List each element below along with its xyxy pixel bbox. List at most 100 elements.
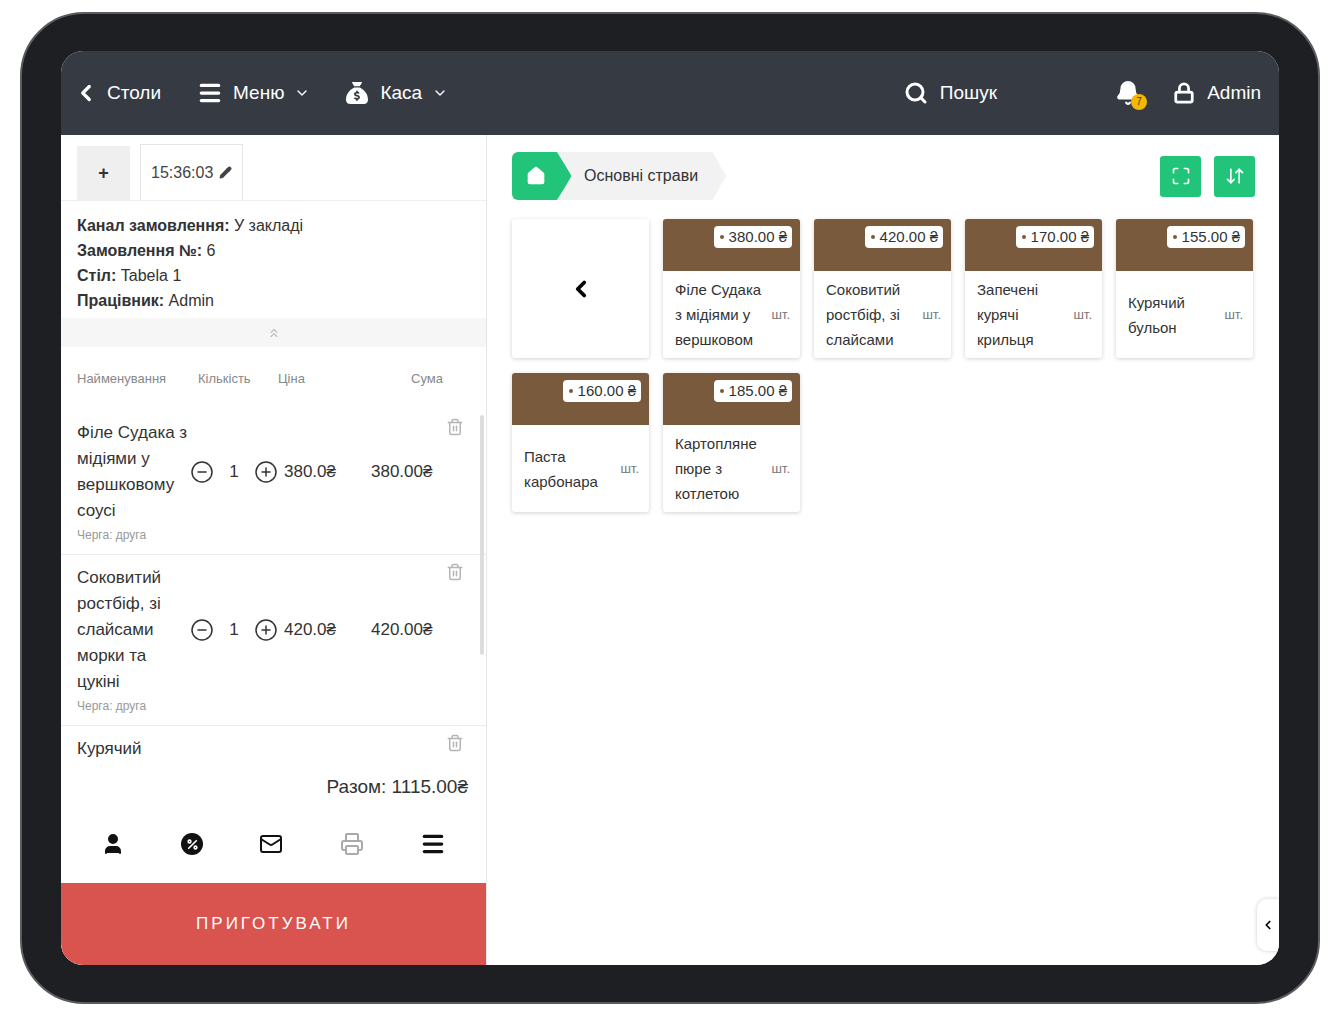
- fullscreen-button[interactable]: [1160, 156, 1201, 197]
- item-price: 380.0₴: [284, 459, 371, 485]
- item-name: Соковитий ростбіф, зі слайсами морки та …: [77, 565, 190, 695]
- sort-icon: [1225, 166, 1245, 186]
- order-item[interactable]: Філе Судака з мідіями у вершковому соусі…: [61, 410, 486, 555]
- cash-dropdown[interactable]: Каса: [346, 79, 448, 108]
- dish-name: Запечені курячі крильця: [977, 277, 1069, 352]
- dish-unit: шт.: [771, 459, 790, 479]
- expand-icon: [1171, 166, 1191, 186]
- order-tab[interactable]: 15:36:03: [140, 144, 243, 200]
- top-bar: Столи Меню Каса Пошук 7 Admin: [61, 51, 1279, 135]
- item-sum: 420.00₴: [371, 617, 432, 643]
- collapse-toggle[interactable]: [61, 318, 486, 347]
- info-row: Замовлення №: 6: [77, 238, 486, 263]
- notifications-button[interactable]: 7: [1115, 80, 1141, 106]
- cook-button[interactable]: ПРИГОТУВАТИ: [61, 883, 486, 965]
- catalog-panel: Основні страви 380.00 ₴Філе Судака з міді…: [487, 135, 1279, 965]
- order-item[interactable]: Соковитий ростбіф, зі слайсами морки та …: [61, 555, 486, 726]
- hamburger-icon: [420, 831, 446, 857]
- dish-photo: 170.00 ₴: [965, 219, 1102, 271]
- dish-name: Курячий бульон: [1128, 290, 1220, 340]
- chevrons-up-icon: [267, 326, 281, 340]
- increase-button[interactable]: [254, 618, 278, 642]
- dish-card[interactable]: 420.00 ₴Соковитий ростбіф, зі слайсамишт…: [814, 219, 951, 358]
- price-tag: 380.00 ₴: [714, 226, 792, 248]
- plus-icon: [254, 460, 278, 484]
- chevron-left-icon: [568, 276, 594, 302]
- user-button[interactable]: Admin: [1173, 79, 1261, 108]
- page: Столи Меню Каса Пошук 7 Admin +15:36:03Канал з…: [0, 0, 1344, 1034]
- dish-photo: 155.00 ₴: [1116, 219, 1253, 271]
- tablet-frame: Столи Меню Каса Пошук 7 Admin +15:36:03Канал з…: [20, 12, 1320, 1004]
- price-tag: 160.00 ₴: [563, 380, 641, 402]
- tag-hole: [720, 389, 724, 393]
- item-quantity: 1: [214, 617, 254, 643]
- column-header: Сума: [411, 369, 443, 389]
- add-tab-button[interactable]: +: [77, 146, 130, 200]
- menu-dropdown[interactable]: Меню: [197, 79, 310, 108]
- columns-header: НайменуванняКількістьЦінаСума: [61, 347, 486, 410]
- dish-unit: шт.: [1073, 305, 1092, 325]
- user-icon: [101, 832, 125, 856]
- customer-button[interactable]: [101, 832, 125, 856]
- dish-card[interactable]: 155.00 ₴ Курячий бульоншт.: [1116, 219, 1253, 358]
- dish-card[interactable]: 170.00 ₴ Запечені курячі крильцяшт.: [965, 219, 1102, 358]
- order-total: Разом: 1115.00₴: [61, 770, 486, 805]
- item-sum: 380.00₴: [371, 459, 432, 485]
- delete-button[interactable]: [446, 734, 464, 752]
- print-button: [340, 832, 364, 856]
- dish-card[interactable]: 185.00 ₴ Картопляне пюре з котлетоюшт.: [663, 373, 800, 512]
- dish-card[interactable]: 160.00 ₴Паста карбонарашт.: [512, 373, 649, 512]
- dish-unit: шт.: [771, 305, 790, 325]
- dish-name: Картопляне пюре з котлетою: [675, 431, 767, 506]
- category-crumb[interactable]: Основні страви: [558, 152, 726, 200]
- dish-grid: 380.00 ₴Філе Судака з мідіями у вершково…: [512, 219, 1255, 512]
- search-button[interactable]: Пошук: [904, 79, 997, 108]
- more-button[interactable]: [420, 831, 446, 857]
- tag-hole: [569, 389, 573, 393]
- item-name: Філе Судака з мідіями у вершковому соусі: [77, 420, 190, 524]
- search-icon: [904, 81, 928, 105]
- home-icon: [526, 166, 546, 186]
- item-queue: Черга: друга: [77, 526, 456, 544]
- order-item[interactable]: Курячий: [61, 726, 486, 770]
- drawer-handle[interactable]: [1257, 899, 1279, 951]
- info-row: Стіл: Tabela 1: [77, 263, 486, 288]
- dish-photo: 185.00 ₴: [663, 373, 800, 425]
- price-tag: 170.00 ₴: [1016, 226, 1094, 248]
- minus-icon: [190, 618, 214, 642]
- dish-card[interactable]: 380.00 ₴Філе Судака з мідіями у вершково…: [663, 219, 800, 358]
- column-header: Найменування: [77, 369, 198, 389]
- envelope-icon: [259, 832, 283, 856]
- message-button[interactable]: [259, 832, 283, 856]
- item-queue: Черга: друга: [77, 697, 456, 715]
- decrease-button[interactable]: [190, 460, 214, 484]
- order-tabs: +15:36:03: [61, 135, 486, 201]
- chevron-down-icon: [294, 85, 310, 101]
- dish-unit: шт.: [1224, 305, 1243, 325]
- pencil-icon: [219, 166, 232, 179]
- order-items: Філе Судака з мідіями у вершковому соусі…: [61, 410, 486, 770]
- plus-icon: [254, 618, 278, 642]
- price-tag: 420.00 ₴: [865, 226, 943, 248]
- delete-button[interactable]: [446, 563, 464, 581]
- tag-hole: [720, 235, 724, 239]
- price-tag: 155.00 ₴: [1167, 226, 1245, 248]
- order-panel: +15:36:03Канал замовлення: У закладіЗамо…: [61, 135, 487, 965]
- tag-hole: [1022, 235, 1026, 239]
- screen: Столи Меню Каса Пошук 7 Admin +15:36:03Канал з…: [61, 51, 1279, 965]
- delete-button[interactable]: [446, 418, 464, 436]
- trash-icon: [446, 563, 464, 581]
- back-button[interactable]: Столи: [73, 79, 161, 108]
- increase-button[interactable]: [254, 460, 278, 484]
- discount-button[interactable]: [181, 833, 203, 855]
- price-tag: 185.00 ₴: [714, 380, 792, 402]
- back-card[interactable]: [512, 219, 649, 358]
- dish-name: Соковитий ростбіф, зі слайсами: [826, 277, 918, 352]
- order-actions: [61, 805, 486, 883]
- sort-button[interactable]: [1214, 156, 1255, 197]
- lock-icon: [1173, 82, 1195, 104]
- trash-icon: [446, 734, 464, 752]
- decrease-button[interactable]: [190, 618, 214, 642]
- scrollbar[interactable]: [480, 415, 484, 655]
- dish-unit: шт.: [620, 459, 639, 479]
